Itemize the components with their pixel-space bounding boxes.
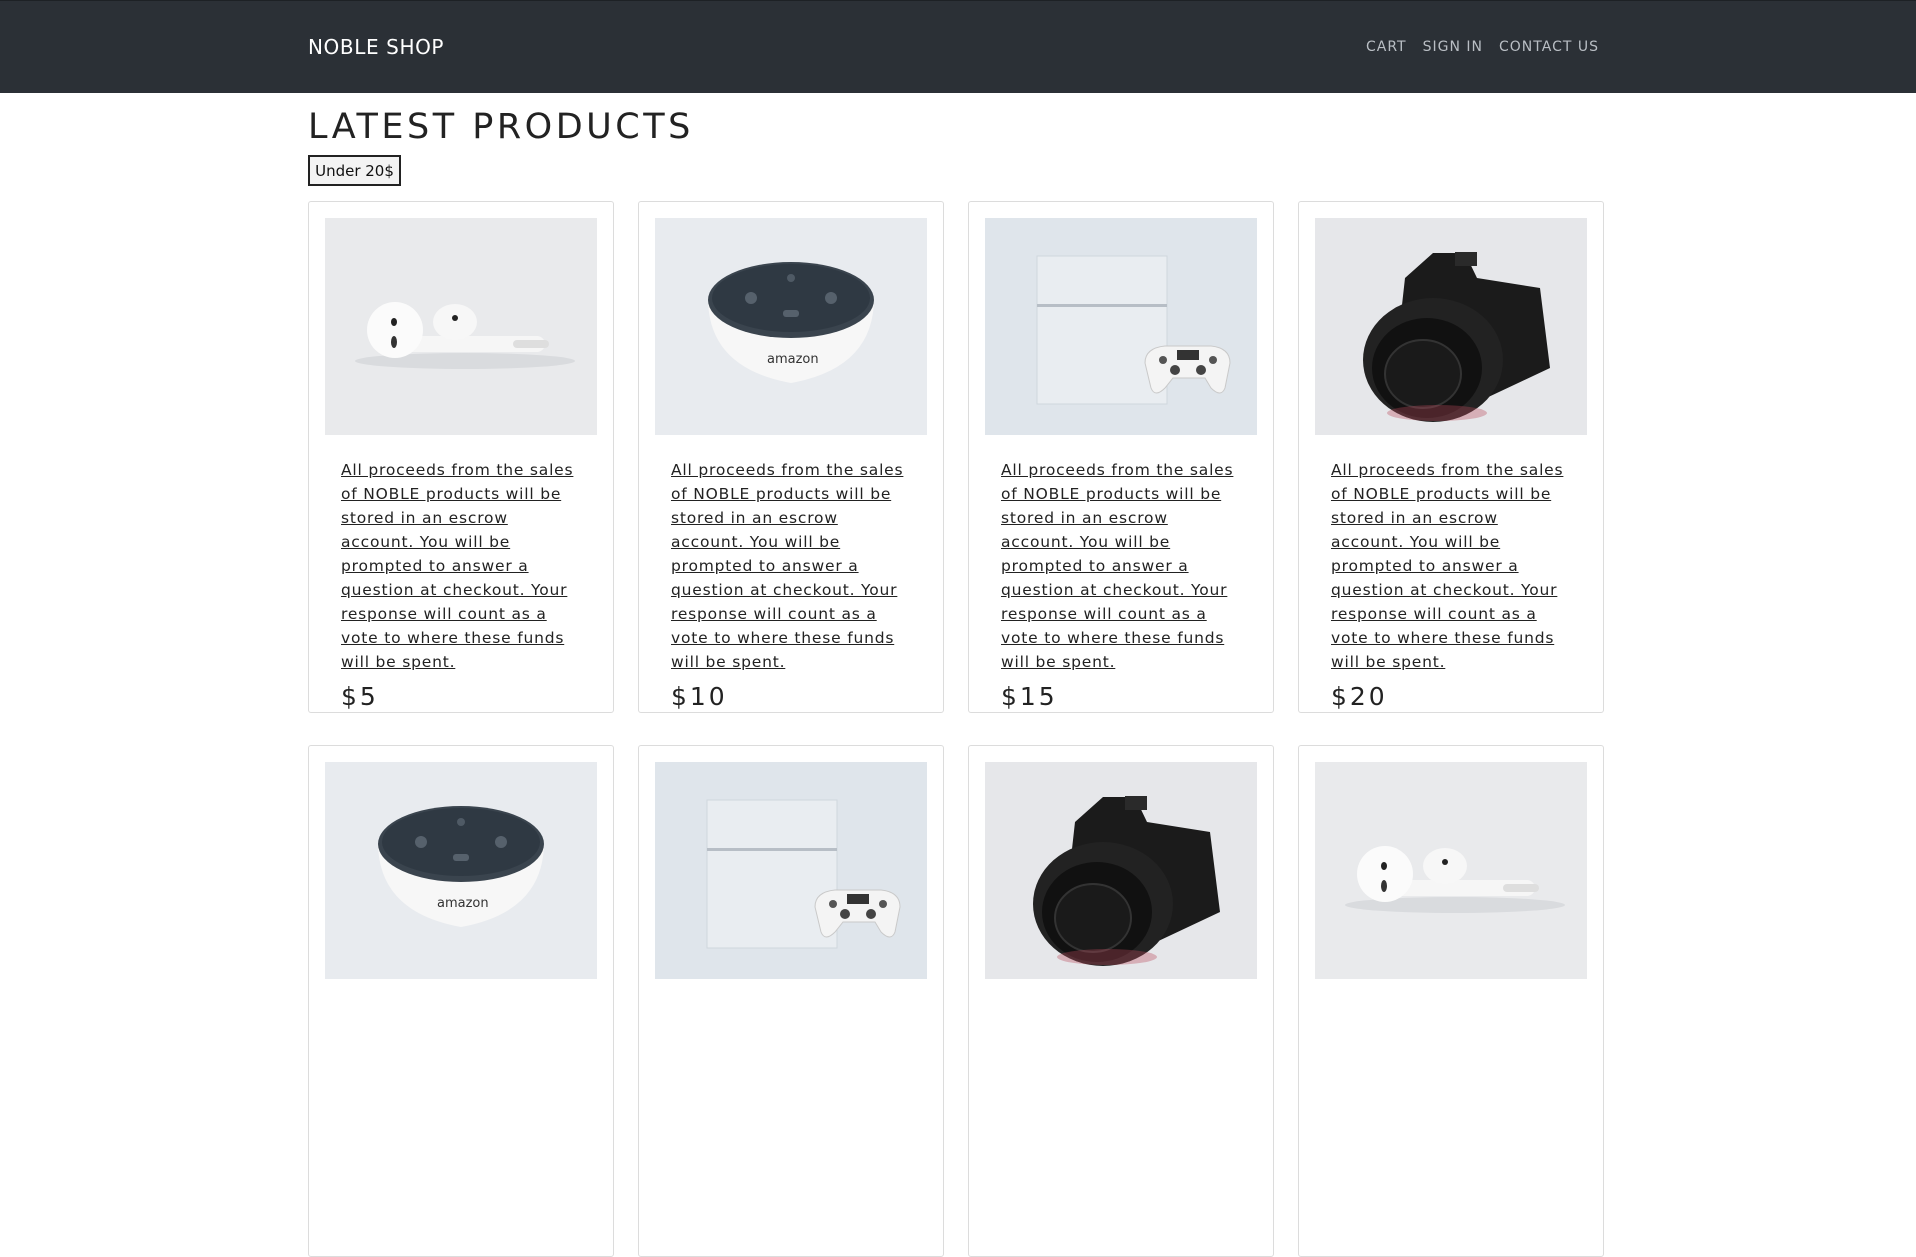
- page-title: LATEST PRODUCTS: [308, 107, 694, 147]
- svg-text:amazon: amazon: [437, 896, 489, 911]
- product-card: All proceeds from the sales of NOBLE pro…: [968, 201, 1274, 713]
- product-card: amazon All proceeds from the sales of NO…: [638, 201, 944, 713]
- product-price: $5: [341, 682, 379, 711]
- product-card: All proceeds from the sales of NOBLE pro…: [1298, 201, 1604, 713]
- product-card: [1298, 745, 1604, 1257]
- under-20-filter-button[interactable]: Under 20$: [308, 155, 401, 186]
- product-image[interactable]: [985, 762, 1257, 979]
- svg-text:amazon: amazon: [767, 352, 819, 367]
- product-price: $15: [1001, 682, 1058, 711]
- product-image[interactable]: [985, 218, 1257, 435]
- nav-sign-in-link[interactable]: SIGN IN: [1423, 39, 1483, 55]
- product-image[interactable]: amazon: [325, 762, 597, 979]
- product-description-link[interactable]: All proceeds from the sales of NOBLE pro…: [341, 458, 581, 674]
- nav-cart-link[interactable]: CART: [1366, 39, 1407, 55]
- top-navbar: NOBLE SHOP CART SIGN IN CONTACT US: [0, 0, 1916, 93]
- product-card: [968, 745, 1274, 1257]
- product-image[interactable]: [1315, 762, 1587, 979]
- product-grid: All proceeds from the sales of NOBLE pro…: [308, 201, 1604, 1257]
- product-description-link[interactable]: All proceeds from the sales of NOBLE pro…: [671, 458, 911, 674]
- product-card: amazon: [308, 745, 614, 1257]
- product-description-link[interactable]: All proceeds from the sales of NOBLE pro…: [1331, 458, 1571, 674]
- product-image[interactable]: [655, 762, 927, 979]
- nav-links: CART SIGN IN CONTACT US: [1366, 39, 1615, 55]
- brand-logo[interactable]: NOBLE SHOP: [308, 35, 444, 59]
- nav-contact-link[interactable]: CONTACT US: [1499, 39, 1599, 55]
- product-image[interactable]: [1315, 218, 1587, 435]
- product-card: [638, 745, 944, 1257]
- product-price: $10: [671, 682, 728, 711]
- product-card: All proceeds from the sales of NOBLE pro…: [308, 201, 614, 713]
- product-image[interactable]: amazon: [655, 218, 927, 435]
- product-description-link[interactable]: All proceeds from the sales of NOBLE pro…: [1001, 458, 1241, 674]
- product-price: $20: [1331, 682, 1388, 711]
- product-image[interactable]: [325, 218, 597, 435]
